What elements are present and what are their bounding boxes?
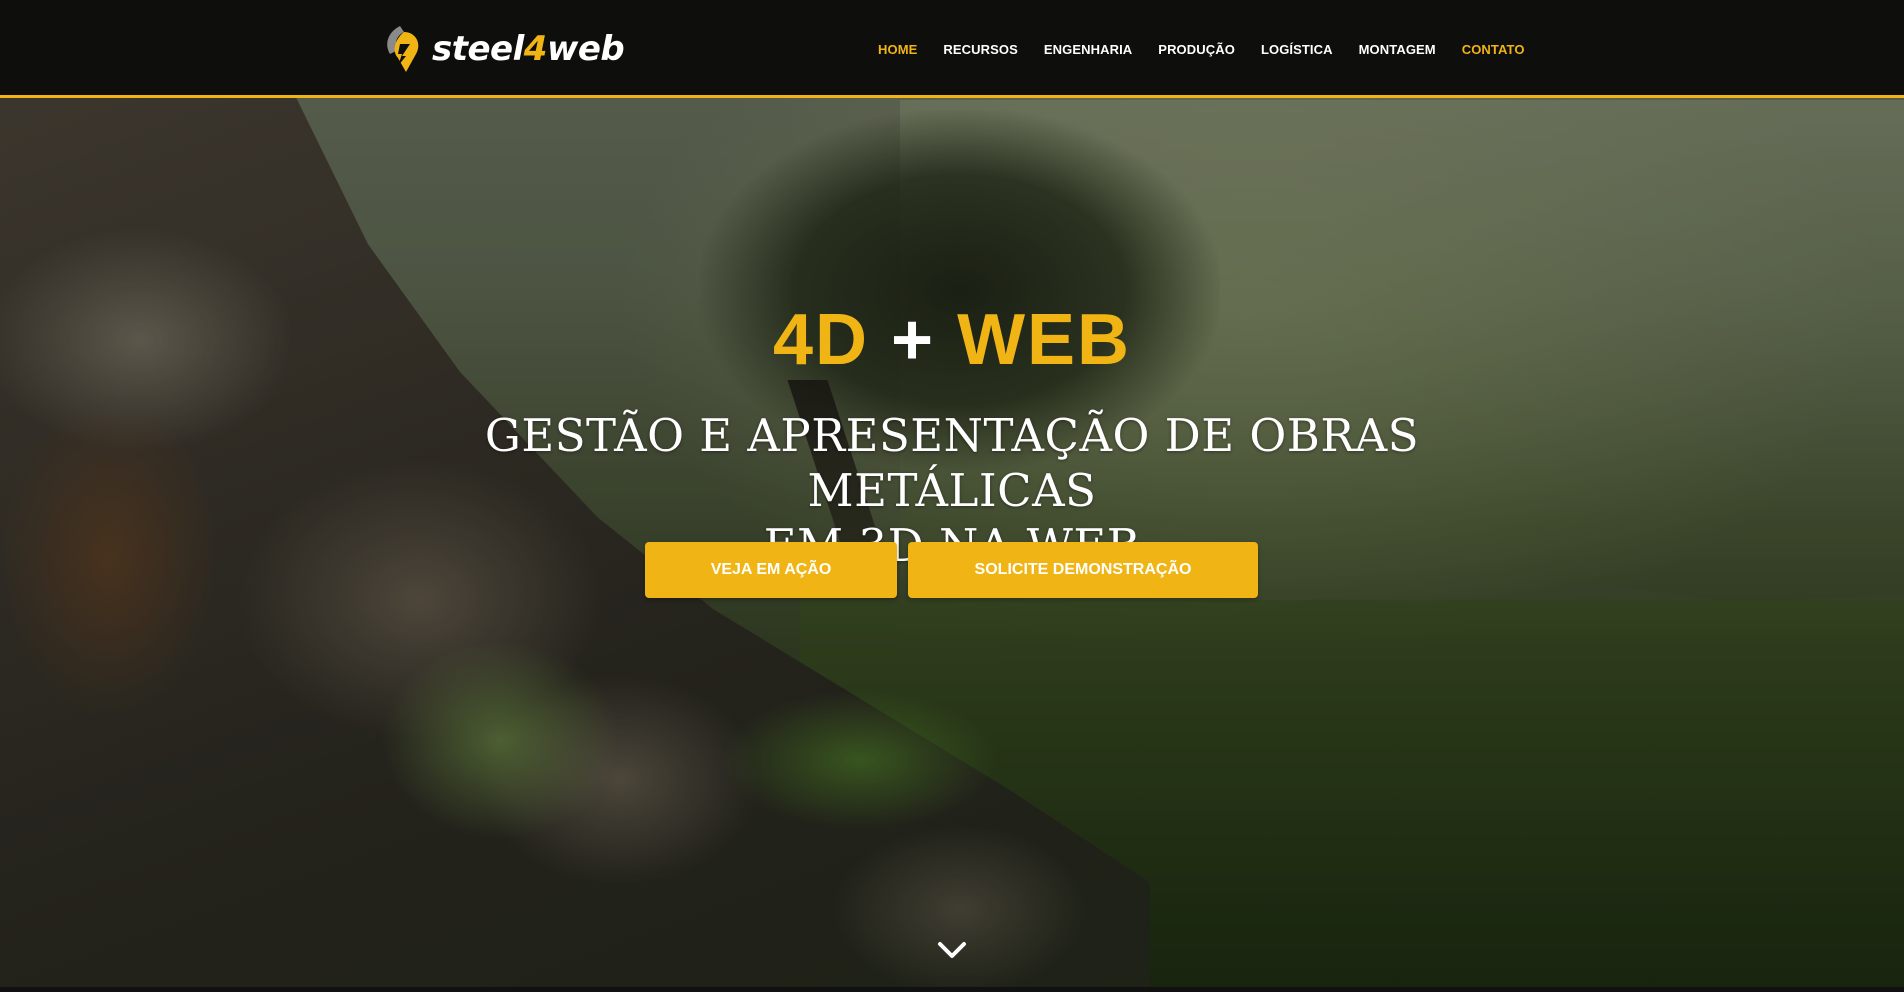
logo-wordmark: steel4web [432, 29, 625, 69]
site-logo[interactable]: steel4web [380, 22, 625, 76]
hero-subtitle-line1: GESTÃO E APRESENTAÇÃO DE OBRAS METÁLICAS [484, 409, 1420, 517]
nav-item-logistica[interactable]: LOGÍSTICA [1261, 42, 1333, 57]
nav-item-producao[interactable]: PRODUÇÃO [1158, 42, 1235, 57]
request-demo-button[interactable]: SOLICITE DEMONSTRAÇÃO [908, 542, 1258, 598]
hero-headline: 4D + WEB [772, 300, 1132, 380]
nav-item-recursos[interactable]: RECURSOS [943, 42, 1017, 57]
page-bottom-edge [0, 987, 1904, 992]
chevron-down-icon[interactable] [936, 938, 968, 962]
site-header: steel4web HOME RECURSOS ENGENHARIA PRODU… [0, 0, 1904, 98]
nav-item-montagem[interactable]: MONTAGEM [1359, 42, 1436, 57]
logo-mark-icon [387, 26, 419, 72]
nav-item-home[interactable]: HOME [878, 42, 917, 57]
watch-in-action-button[interactable]: VEJA EM AÇÃO [645, 542, 897, 598]
nav-item-engenharia[interactable]: ENGENHARIA [1044, 42, 1132, 57]
main-nav: HOME RECURSOS ENGENHARIA PRODUÇÃO LOGÍST… [868, 0, 1525, 98]
nav-item-contato[interactable]: CONTATO [1462, 42, 1525, 57]
